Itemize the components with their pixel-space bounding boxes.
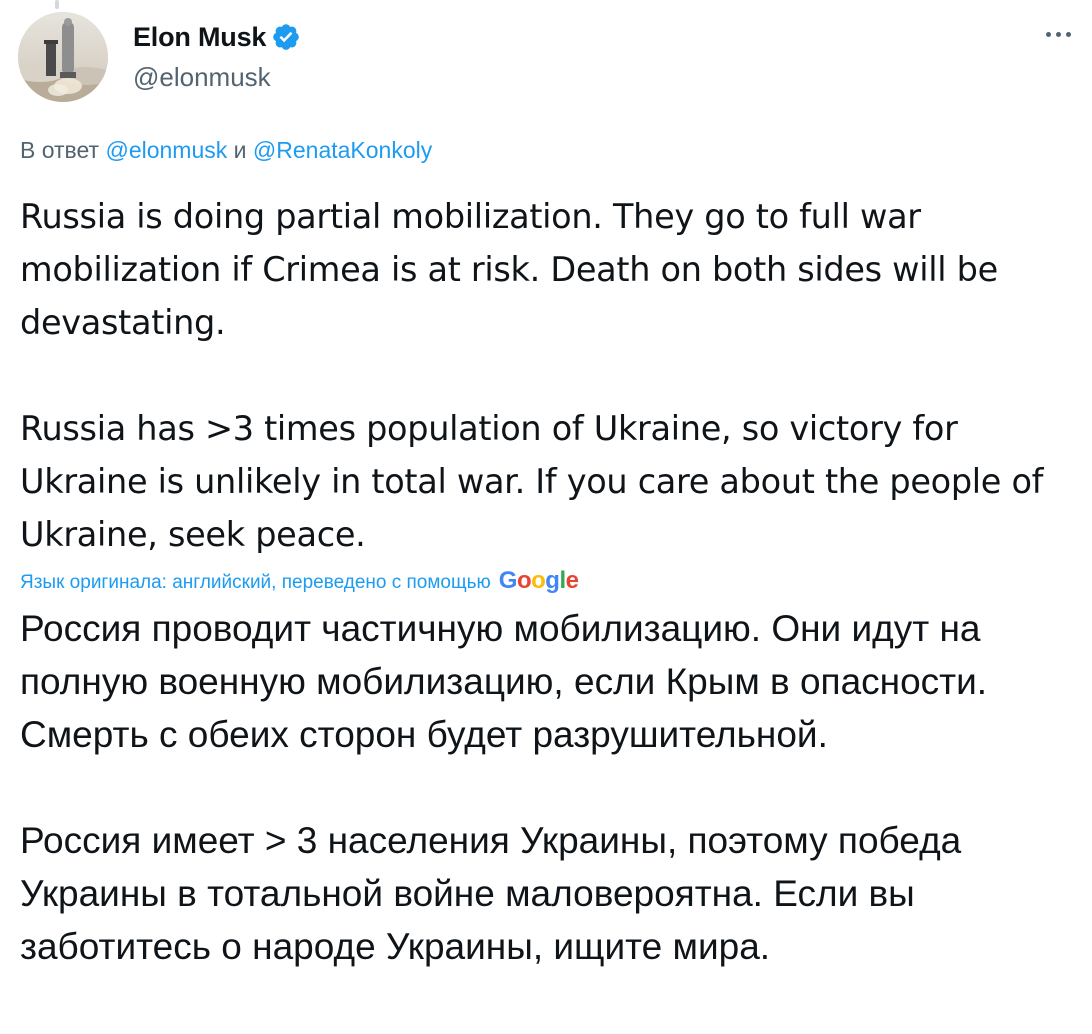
more-options-icon	[1045, 31, 1051, 37]
translation-note-text: Язык оригинала: английский, переведено с…	[20, 572, 491, 593]
reply-context: В ответ @elonmusk и @RenataKonkoly	[20, 137, 432, 164]
tweet-text-paragraph: Russia has >3 times population of Ukrain…	[20, 409, 1054, 554]
author-block: Elon Musk @elonmusk	[133, 20, 301, 93]
author-display-name[interactable]: Elon Musk	[133, 22, 266, 53]
tweet-card: Elon Musk @elonmusk В ответ @elonmusk и …	[0, 0, 1092, 1034]
reply-mention-renatakonkoly[interactable]: @RenataKonkoly	[253, 137, 432, 163]
thread-connector-line	[55, 0, 59, 9]
tweet-body: Russia is doing partial mobilization. Th…	[20, 190, 1082, 973]
translated-text-paragraph: Россия проводит частичную мобилизацию. О…	[20, 608, 998, 755]
google-logo: Google	[498, 567, 579, 594]
more-options-icon-dot	[1065, 31, 1071, 37]
author-name-row: Elon Musk	[133, 20, 301, 54]
author-handle[interactable]: @elonmusk	[133, 62, 301, 93]
reply-context-prefix: В ответ	[20, 137, 100, 163]
rocket-launch-avatar	[18, 12, 108, 102]
translated-text-block: Россия проводит частичную мобилизацию. О…	[20, 602, 1082, 973]
avatar[interactable]	[18, 12, 108, 102]
more-options-icon-dot	[1055, 31, 1061, 37]
more-options-button[interactable]	[1036, 22, 1080, 46]
verified-badge-icon	[273, 24, 300, 50]
reply-mention-elonmusk[interactable]: @elonmusk	[105, 137, 227, 163]
translation-attribution[interactable]: Язык оригинала: английский, переведено с…	[20, 566, 1082, 598]
tweet-text-paragraph: Russia is doing partial mobilization. Th…	[20, 197, 1009, 342]
reply-context-conjunction: и	[233, 137, 247, 163]
translated-text-paragraph: Россия имеет > 3 населения Украины, поэт…	[20, 820, 972, 967]
